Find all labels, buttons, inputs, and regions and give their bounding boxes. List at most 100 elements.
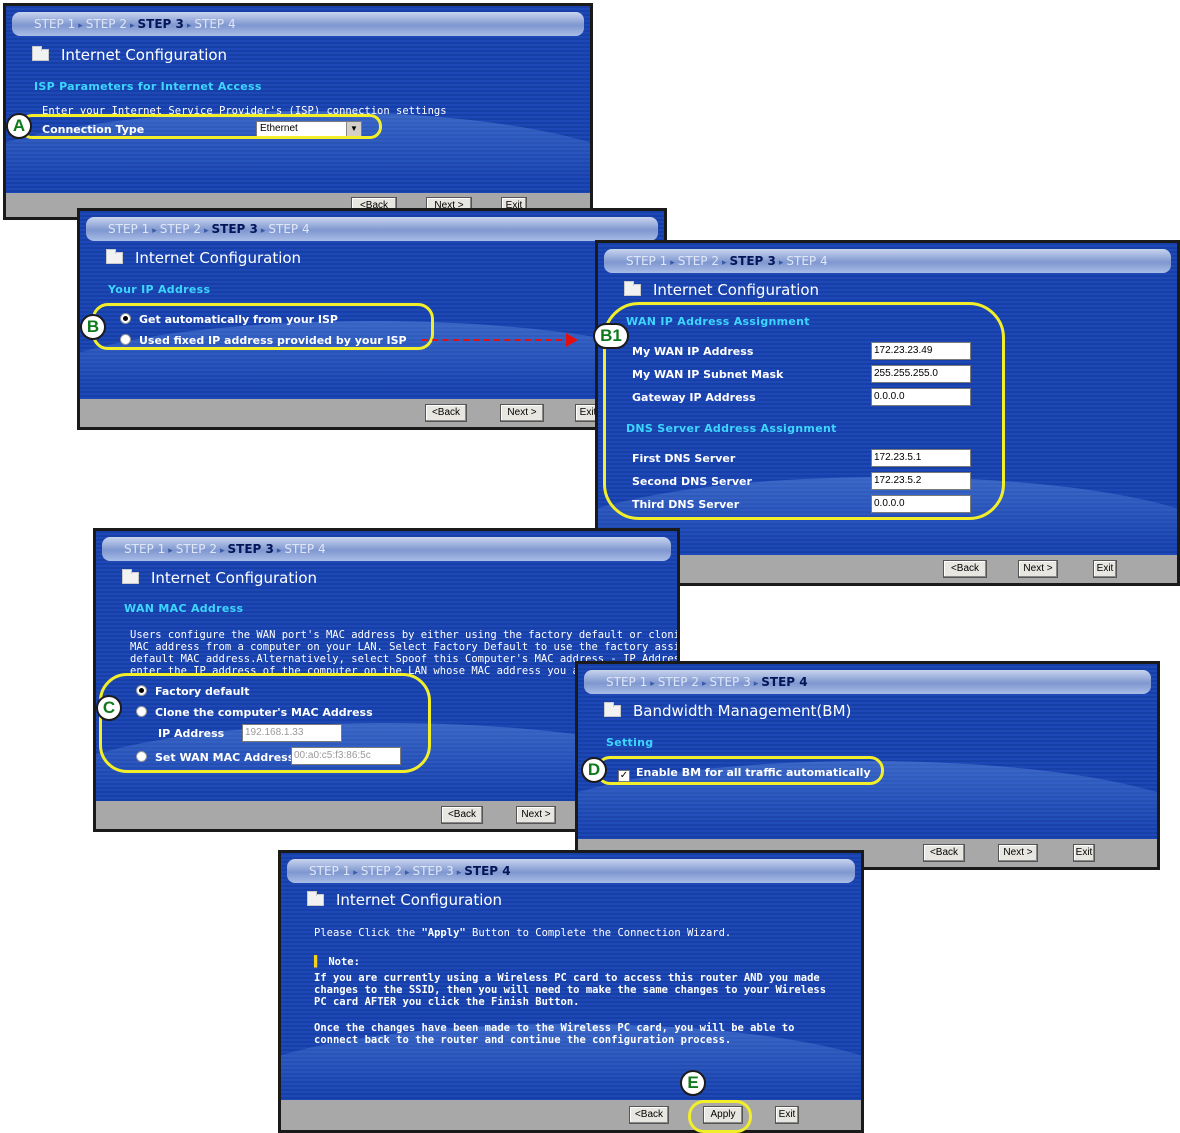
step-4-current: STEP 4 xyxy=(464,864,511,878)
next-button[interactable]: Next > xyxy=(1018,560,1058,578)
note-label: Note: xyxy=(328,956,360,968)
step-sep: ▸ xyxy=(456,868,462,878)
radio-label: Factory default xyxy=(155,685,250,698)
connection-type-select[interactable]: Ethernet ▼ xyxy=(256,121,362,137)
dns-section-heading: DNS Server Address Assignment xyxy=(626,422,837,435)
back-button[interactable]: <Back xyxy=(629,1106,669,1124)
step-bar: STEP 1 ▸ STEP 2 ▸ STEP 3 ▸ STEP 4 xyxy=(86,217,658,241)
radio-clone-mac[interactable]: Clone the computer's MAC Address xyxy=(136,706,373,719)
next-button[interactable]: Next > xyxy=(516,806,556,824)
radio-selected-icon[interactable] xyxy=(120,313,131,324)
radio-fixed-ip[interactable]: Used fixed IP address provided by your I… xyxy=(120,334,407,347)
step-sep: ▸ xyxy=(778,258,784,268)
panel-your-ip-address: STEP 1 ▸ STEP 2 ▸ STEP 3 ▸ STEP 4 Internet Con… xyxy=(77,208,667,430)
dns2-field[interactable]: 172.23.5.2 xyxy=(871,472,971,490)
dns3-label: Third DNS Server xyxy=(632,498,740,511)
clone-ip-field[interactable]: 192.168.1.33 xyxy=(242,724,342,742)
callout-badge-d: D xyxy=(581,757,607,783)
step-2: STEP 2 xyxy=(85,17,127,31)
page-title: Internet Configuration xyxy=(32,46,227,64)
section-heading: ISP Parameters for Internet Access xyxy=(34,80,262,93)
step-1: STEP 1 xyxy=(108,222,150,236)
step-sep: ▸ xyxy=(650,679,655,689)
enable-bm-checkbox[interactable]: ✓ Enable BM for all traffic automatically xyxy=(618,766,871,782)
dns1-field[interactable]: 172.23.5.1 xyxy=(871,449,971,467)
wan-ip-field[interactable]: 172.23.23.49 xyxy=(871,342,971,360)
step-2: STEP 2 xyxy=(175,542,217,556)
step-sep: ▸ xyxy=(753,679,759,689)
step-4: STEP 4 xyxy=(786,254,828,268)
step-3-current: STEP 3 xyxy=(137,17,184,31)
wan-section-heading: WAN IP Address Assignment xyxy=(626,315,810,328)
page-title: Bandwidth Management(BM) xyxy=(604,702,851,720)
step-2: STEP 2 xyxy=(159,222,201,236)
wan-mac-field[interactable]: 00:a0:c5:f3:86:5c xyxy=(291,747,401,765)
panel-bandwidth-management: STEP 1 ▸ STEP 2 ▸ STEP 3 ▸ STEP 4 Bandwidth Ma… xyxy=(575,661,1160,870)
step-bar: STEP 1 ▸ STEP 2 ▸ STEP 3 ▸ STEP 4 xyxy=(584,670,1151,694)
exit-button[interactable]: Exit xyxy=(1093,560,1117,578)
instruction-apply: "Apply" xyxy=(421,927,466,939)
page-title-text: Internet Configuration xyxy=(151,569,318,587)
exit-button[interactable]: Exit xyxy=(775,1106,799,1124)
back-button[interactable]: <Back xyxy=(923,844,965,862)
step-3: STEP 3 xyxy=(709,675,751,689)
page-title-text: Internet Configuration xyxy=(336,891,503,909)
step-1: STEP 1 xyxy=(34,17,76,31)
note-line: If you are currently using a Wireless PC… xyxy=(314,972,820,984)
background-swoosh xyxy=(80,321,664,391)
step-sep: ▸ xyxy=(168,546,173,556)
radio-icon[interactable] xyxy=(120,334,131,345)
step-1: STEP 1 xyxy=(626,254,668,268)
description-line: Users configure the WAN port's MAC addre… xyxy=(130,629,680,641)
radio-icon[interactable] xyxy=(136,751,147,762)
radio-factory-default[interactable]: Factory default xyxy=(136,685,249,698)
radio-set-wan-mac[interactable]: Set WAN MAC Address xyxy=(136,751,294,764)
apply-button[interactable]: Apply xyxy=(703,1106,743,1124)
ip-address-label: IP Address xyxy=(158,727,225,740)
folder-icon xyxy=(32,46,49,61)
radio-label: Clone the computer's MAC Address xyxy=(155,706,373,719)
subnet-mask-label: My WAN IP Subnet Mask xyxy=(632,368,784,381)
step-2: STEP 2 xyxy=(677,254,719,268)
step-sep: ▸ xyxy=(353,868,358,878)
checkbox-checked-icon[interactable]: ✓ xyxy=(618,770,630,782)
section-heading: Setting xyxy=(606,736,654,749)
dns3-field[interactable]: 0.0.0.0 xyxy=(871,495,971,513)
radio-selected-icon[interactable] xyxy=(136,685,147,696)
step-3-current: STEP 3 xyxy=(211,222,258,236)
subnet-mask-field[interactable]: 255.255.255.0 xyxy=(871,365,971,383)
panel-isp-parameters: STEP 1 ▸ STEP 2 ▸ STEP 3 ▸ STEP 4 Internet Con… xyxy=(3,3,593,220)
back-button[interactable]: <Back xyxy=(943,560,987,578)
next-button[interactable]: Next > xyxy=(998,844,1038,862)
callout-badge-a: A xyxy=(6,113,32,139)
page-title: Internet Configuration xyxy=(106,249,301,267)
dropdown-arrow-icon[interactable]: ▼ xyxy=(346,122,361,136)
arrow-head-icon xyxy=(566,333,578,347)
description-line: enter the IP address of the computer on … xyxy=(130,665,617,677)
page-title: Internet Configuration xyxy=(122,569,317,587)
next-button[interactable]: Next > xyxy=(500,404,544,422)
gateway-field[interactable]: 0.0.0.0 xyxy=(871,388,971,406)
exit-button[interactable]: Exit xyxy=(1073,844,1095,862)
step-1: STEP 1 xyxy=(606,675,648,689)
note-line: PC card AFTER you click the Finish Butto… xyxy=(314,996,580,1008)
instruction-pre: Please Click the xyxy=(314,927,422,939)
radio-label: Used fixed IP address provided by your I… xyxy=(139,334,407,347)
page-title-text: Bandwidth Management(BM) xyxy=(633,702,852,720)
page-title-text: Internet Configuration xyxy=(653,281,820,299)
radio-label: Get automatically from your ISP xyxy=(139,313,338,326)
step-sep: ▸ xyxy=(203,226,209,236)
radio-get-automatically[interactable]: Get automatically from your ISP xyxy=(120,313,338,326)
step-sep: ▸ xyxy=(276,546,282,556)
step-bar: STEP 1 ▸ STEP 2 ▸ STEP 3 ▸ STEP 4 xyxy=(604,249,1171,273)
step-sep: ▸ xyxy=(219,546,225,556)
connection-type-label: Connection Type xyxy=(42,123,145,136)
back-button[interactable]: <Back xyxy=(425,404,467,422)
gateway-label: Gateway IP Address xyxy=(632,391,756,404)
step-2: STEP 2 xyxy=(360,864,402,878)
connection-type-value: Ethernet xyxy=(260,123,298,134)
step-bar: STEP 1 ▸ STEP 2 ▸ STEP 3 ▸ STEP 4 xyxy=(102,537,671,561)
step-sep: ▸ xyxy=(78,21,83,31)
radio-icon[interactable] xyxy=(136,706,147,717)
back-button[interactable]: <Back xyxy=(441,806,483,824)
